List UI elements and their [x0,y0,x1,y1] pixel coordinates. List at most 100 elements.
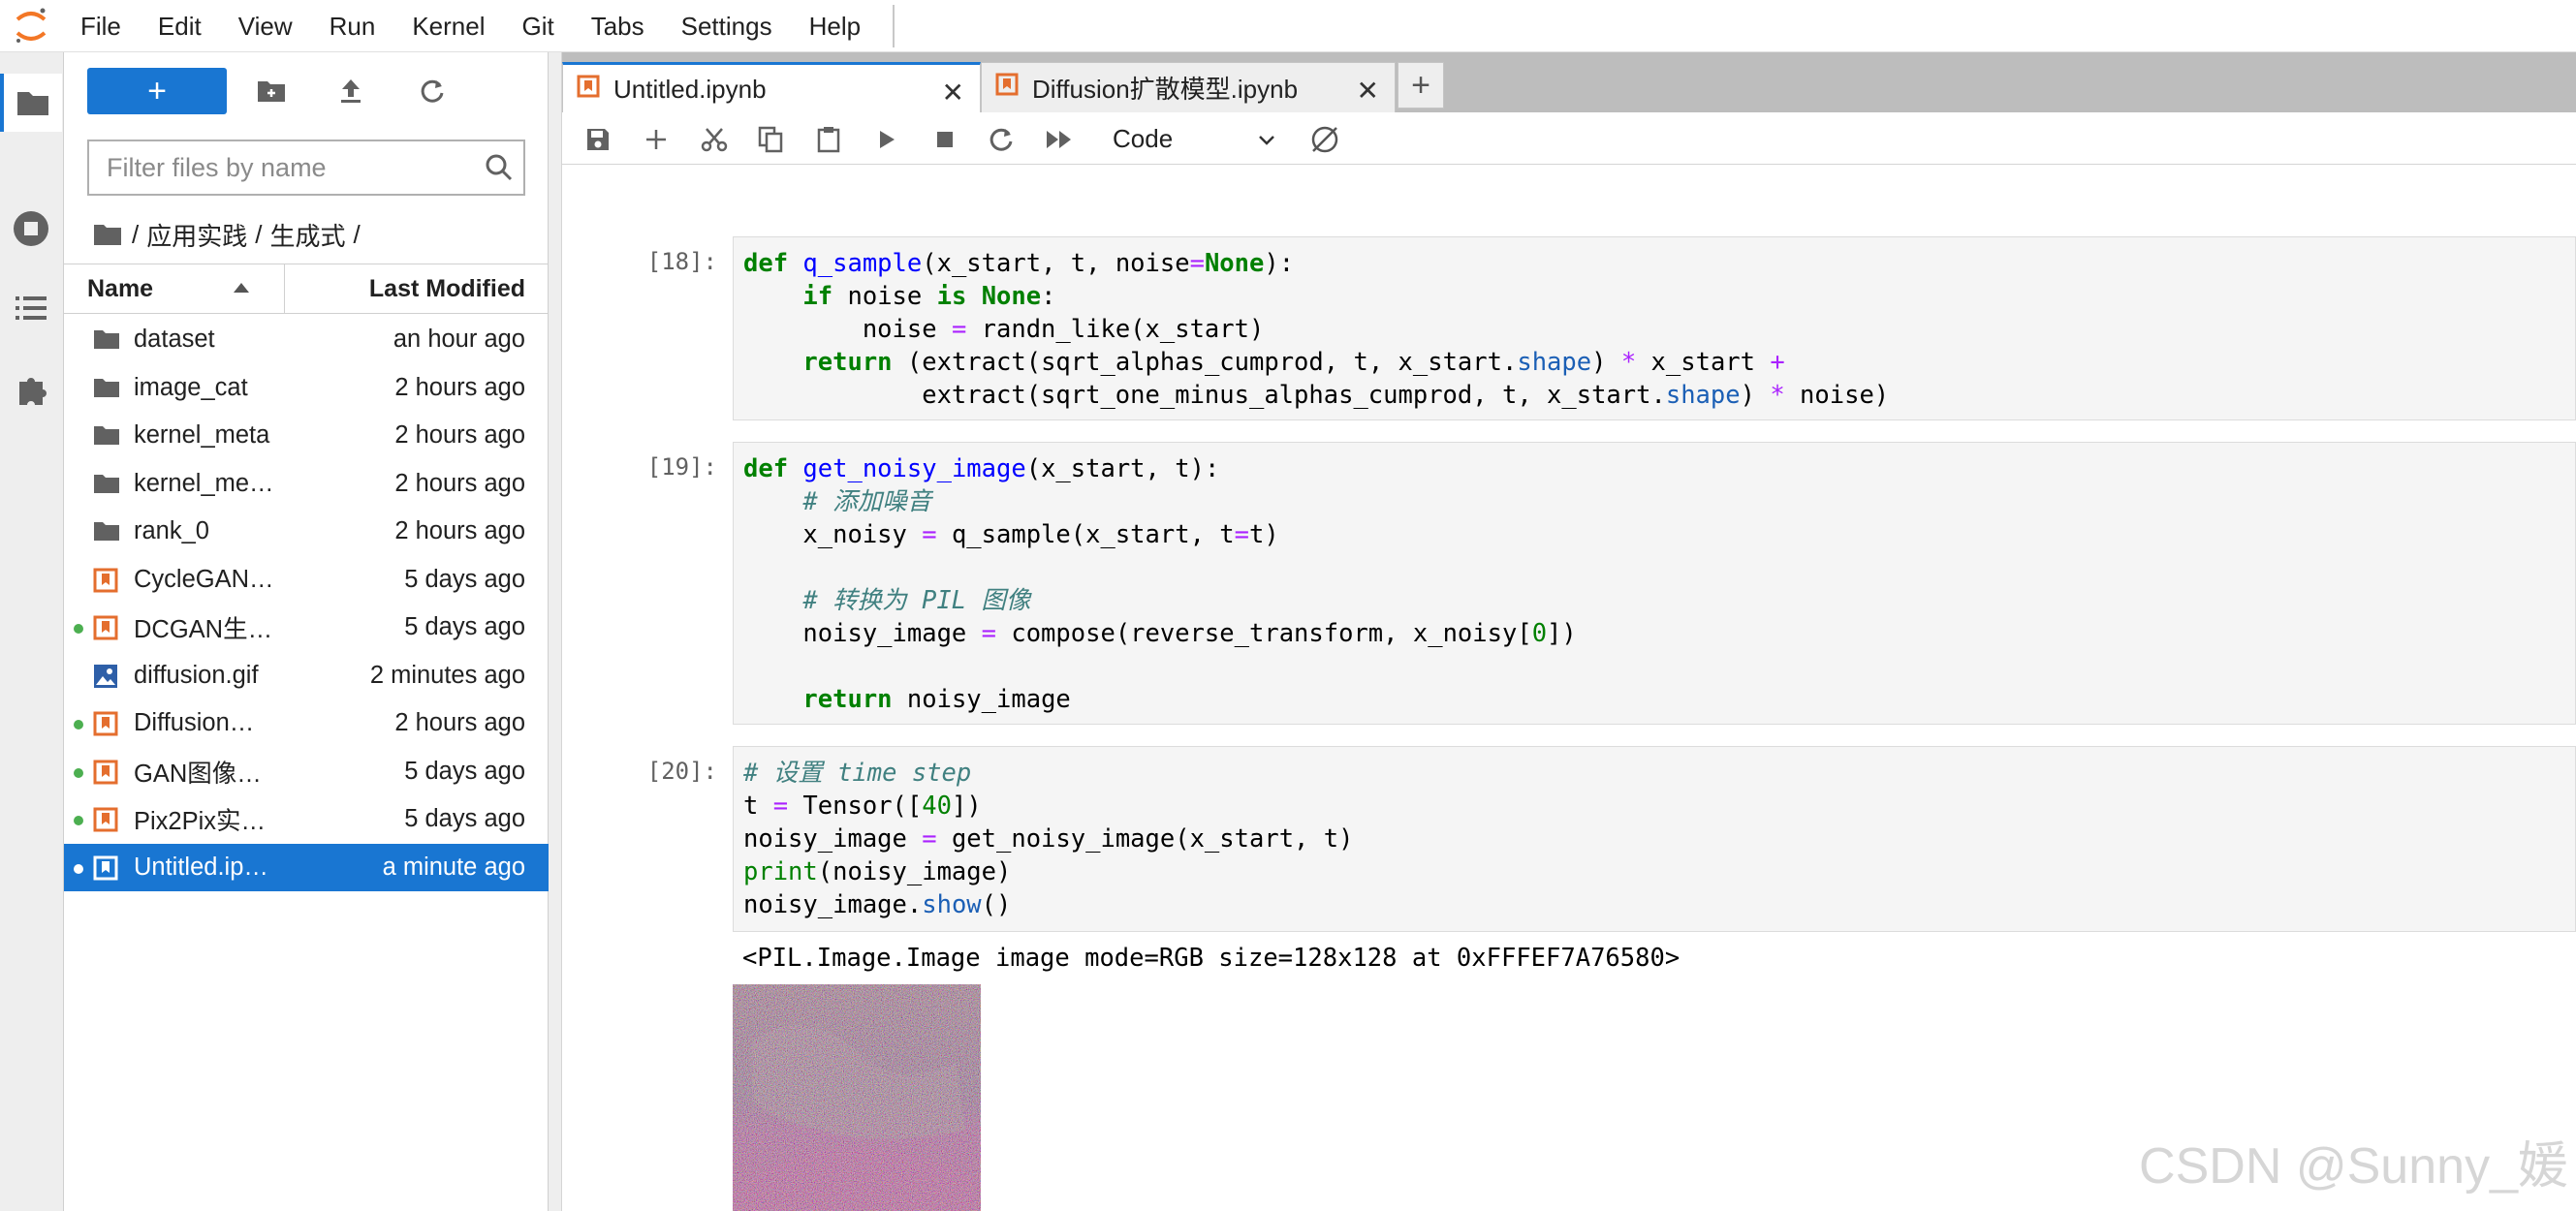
breadcrumb-home-folder-icon[interactable] [93,223,122,246]
code-line: extract(sqrt_one_minus_alphas_cumprod, t… [743,381,1890,410]
column-header-modified[interactable]: Last Modified [285,275,549,303]
code-cell-editor[interactable]: def q_sample(x_start, t, noise=None): if… [733,236,2576,420]
upload-icon[interactable] [331,72,370,110]
menu-view[interactable]: View [220,0,311,52]
new-launcher-button[interactable]: + [87,68,227,114]
close-icon[interactable]: ✕ [942,77,964,109]
file-name: DCGAN生… [134,616,273,644]
file-name: CycleGAN… [134,565,274,593]
file-row[interactable]: CycleGAN… 5 days ago [64,556,549,605]
filter-files-field [87,140,525,196]
restart-icon[interactable] [985,124,1018,155]
breadcrumb-separator: / [353,219,361,249]
file-modified: 2 hours ago [394,517,525,545]
code-line: return noisy_image [802,685,1071,714]
toc-icon[interactable] [0,279,62,337]
code-cell-editor[interactable]: # 设置 time step t = Tensor([40]) noisy_im… [733,746,2576,932]
file-modified: 2 hours ago [394,469,525,497]
filter-files-input[interactable] [107,152,465,183]
breadcrumb: / 应用实践 / 生成式 / [93,213,368,256]
code-comment-line: # 添加噪音 [743,487,932,516]
breadcrumb-separator: / [132,219,140,249]
running-indicator-dot [74,720,83,730]
menu-edit[interactable]: Edit [140,0,220,52]
column-header-name[interactable]: Name [64,264,285,314]
breadcrumb-item-shengchengshi[interactable]: 生成式 [269,217,345,253]
file-row[interactable]: Diffusion… 2 hours ago [64,699,549,748]
file-row[interactable]: Pix2Pix实… 5 days ago [64,795,549,844]
running-icon[interactable] [0,200,62,258]
folder-icon [93,472,120,497]
menu-help[interactable]: Help [791,0,879,52]
file-row[interactable]: kernel_me… 2 hours ago [64,460,549,509]
tab-label: Diffusion扩散模型.ipynb [1032,75,1299,104]
add-tab-button[interactable]: + [1398,62,1444,109]
cut-icon[interactable] [698,124,731,155]
file-row[interactable]: DCGAN生… 5 days ago [64,604,549,652]
code-line: print(noisy_image) [743,857,1012,886]
file-browser: + / 应用实践 / 生成式 / Name Last Modified [64,52,549,1211]
code-cell-editor[interactable]: def get_noisy_image(x_start, t): # 添加噪音 … [733,442,2576,725]
menu-separator [893,4,895,47]
close-icon[interactable]: ✕ [1357,75,1379,107]
fast-forward-icon[interactable] [1043,124,1076,155]
search-icon [485,153,514,187]
folder-icon [93,376,120,401]
file-row[interactable]: dataset an hour ago [64,316,549,364]
notebook-toolbar: Code [562,112,2576,165]
stop-icon[interactable] [928,124,961,155]
kernel-status-icon[interactable] [1308,124,1341,155]
new-folder-icon[interactable] [252,72,291,110]
folder-icon[interactable] [0,74,62,132]
copy-icon[interactable] [754,124,787,155]
cell-prompt: [20]: [646,758,717,785]
breadcrumb-item-yingyongshijian[interactable]: 应用实践 [146,217,247,253]
save-icon[interactable] [581,124,614,155]
running-indicator-dot [74,863,83,874]
file-row[interactable]: image_cat 2 hours ago [64,364,549,413]
file-modified: 2 hours ago [394,373,525,401]
tab-diffusion[interactable]: Diffusion扩散模型.ipynb ✕ [981,62,1396,112]
code-comment-line: # 设置 time step [743,759,972,788]
cell-type-select[interactable]: Code [1113,120,1277,157]
sort-ascending-icon [234,283,249,293]
code-line: noise = randn_like(x_start) [743,315,1265,344]
file-modified: 5 days ago [404,565,525,593]
notebook-icon [93,615,120,640]
extension-icon[interactable] [0,360,62,419]
menu-git[interactable]: Git [503,0,572,52]
tab-untitled[interactable]: Untitled.ipynb ✕ [562,62,981,113]
run-icon[interactable] [870,124,903,155]
file-row[interactable]: Untitled.ip… a minute ago [64,843,549,891]
notebook-icon [93,760,120,785]
file-row[interactable]: kernel_meta 2 hours ago [64,412,549,460]
file-name: image_cat [134,373,248,401]
file-row[interactable]: GAN图像… 5 days ago [64,748,549,796]
paste-icon[interactable] [812,124,845,155]
code-line: if noise is None: [802,282,1056,311]
add-cell-icon[interactable] [640,124,673,155]
file-name: kernel_me… [134,469,274,497]
tab-bar: Untitled.ipynb ✕ Diffusion扩散模型.ipynb ✕ + [562,52,2576,113]
folder-icon [93,327,120,353]
cell-type-label: Code [1113,123,1174,153]
menu-kernel[interactable]: Kernel [393,0,503,52]
panel-splitter[interactable] [549,52,562,1211]
menu-file[interactable]: File [62,0,140,52]
menu-tabs[interactable]: Tabs [573,0,663,52]
file-name: Untitled.ip… [134,853,268,881]
file-name: rank_0 [134,517,209,545]
file-modified: 2 hours ago [394,709,525,737]
menu-run[interactable]: Run [311,0,394,52]
running-indicator-dot [74,624,83,634]
refresh-icon[interactable] [413,72,452,110]
file-row[interactable]: diffusion.gif 2 minutes ago [64,652,549,700]
file-row[interactable]: rank_0 2 hours ago [64,508,549,556]
cell-prompt: [18]: [646,248,717,275]
folder-icon [93,423,120,449]
menu-settings[interactable]: Settings [663,0,791,52]
file-modified: 2 hours ago [394,421,525,450]
code-line: noisy_image = get_noisy_image(x_start, t… [743,824,1354,854]
